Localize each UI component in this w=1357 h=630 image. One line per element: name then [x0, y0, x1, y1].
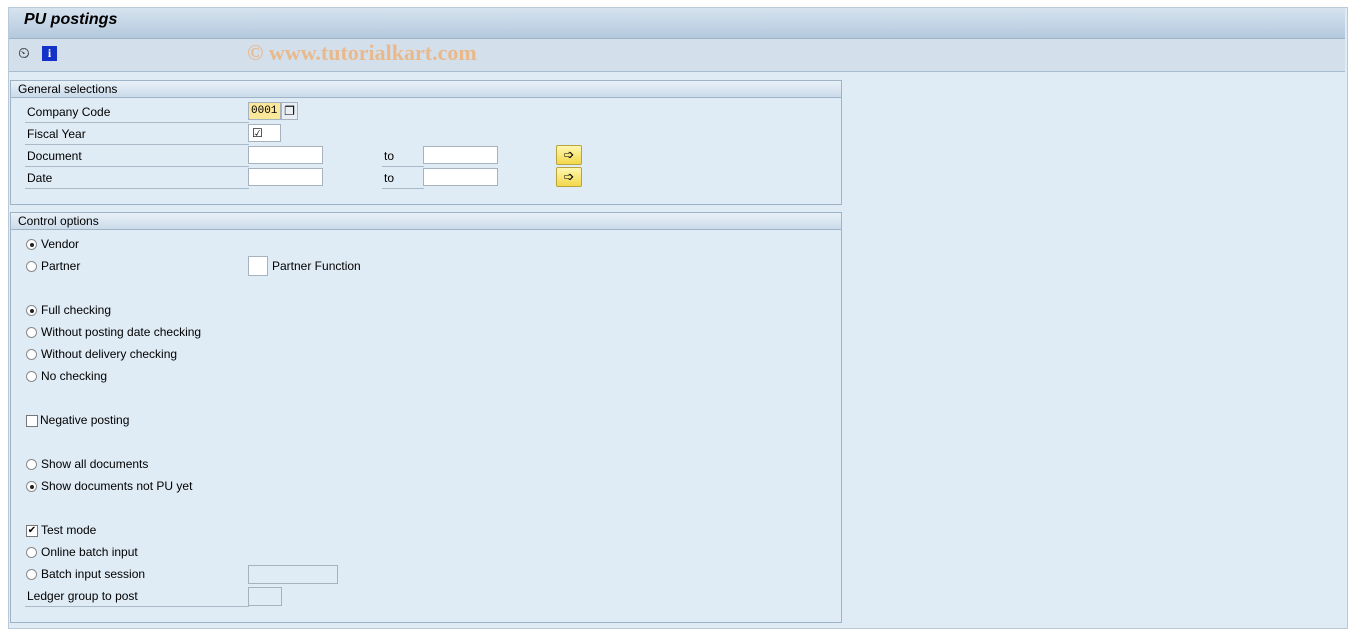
- company-code-label: Company Code: [25, 102, 249, 123]
- without-posting-date-label: Without posting date checking: [41, 325, 202, 339]
- group-header: General selections: [11, 81, 841, 98]
- fiscal-year-label: Fiscal Year: [25, 124, 249, 145]
- no-checking-radio[interactable]: [26, 371, 37, 382]
- date-label: Date: [25, 168, 249, 189]
- negative-posting-label: Negative posting: [40, 413, 130, 427]
- document-to-label: to: [382, 146, 424, 167]
- date-multiple-selection-button[interactable]: ➩: [556, 167, 582, 187]
- fiscal-year-input[interactable]: ☑: [248, 124, 281, 142]
- document-multiple-selection-button[interactable]: ➩: [556, 145, 582, 165]
- without-posting-date-radio[interactable]: [26, 327, 37, 338]
- arrow-right-icon: ➩: [563, 147, 575, 162]
- check-icon: ✔: [27, 525, 37, 536]
- group-header: Control options: [11, 213, 841, 230]
- partner-label: Partner: [41, 259, 81, 273]
- test-mode-label: Test mode: [41, 523, 97, 537]
- clock-check-icon: ⏲: [18, 45, 30, 62]
- copy-icon: ❐: [284, 104, 295, 118]
- batch-session-name-input[interactable]: [248, 565, 338, 584]
- vendor-radio[interactable]: [26, 239, 37, 250]
- show-not-pu-radio[interactable]: [26, 481, 37, 492]
- online-batch-label: Online batch input: [41, 545, 138, 559]
- date-to-label: to: [382, 168, 424, 189]
- online-batch-radio[interactable]: [26, 547, 37, 558]
- show-all-radio[interactable]: [26, 459, 37, 470]
- batch-session-label: Batch input session: [41, 567, 146, 581]
- page-title: PU postings: [24, 11, 118, 28]
- document-to-input[interactable]: [423, 146, 498, 164]
- toolbar: [9, 39, 1345, 72]
- document-from-input[interactable]: [248, 146, 323, 164]
- show-all-label: Show all documents: [41, 457, 149, 471]
- partner-function-input[interactable]: [248, 256, 268, 276]
- execute-button[interactable]: ⏲: [18, 45, 30, 62]
- info-button[interactable]: i: [42, 46, 57, 61]
- date-to-input[interactable]: [423, 168, 498, 186]
- company-code-input[interactable]: 0001: [248, 102, 281, 120]
- arrow-right-icon: ➩: [563, 169, 575, 184]
- date-from-input[interactable]: [248, 168, 323, 186]
- without-delivery-radio[interactable]: [26, 349, 37, 360]
- watermark: © www.tutorialkart.com: [247, 40, 477, 65]
- show-not-pu-label: Show documents not PU yet: [41, 479, 193, 493]
- test-mode-checkbox[interactable]: ✔: [26, 525, 38, 537]
- partner-radio[interactable]: [26, 261, 37, 272]
- negative-posting-checkbox[interactable]: [26, 415, 38, 427]
- full-checking-radio[interactable]: [26, 305, 37, 316]
- full-checking-label: Full checking: [41, 303, 112, 317]
- batch-session-radio[interactable]: [26, 569, 37, 580]
- title-bar: [9, 8, 1345, 39]
- vendor-label: Vendor: [41, 237, 80, 251]
- ledger-group-label: Ledger group to post: [25, 586, 249, 607]
- document-label: Document: [25, 146, 249, 167]
- partner-function-label: Partner Function: [272, 259, 361, 273]
- ledger-group-input[interactable]: [248, 587, 282, 606]
- no-checking-label: No checking: [41, 369, 108, 383]
- without-delivery-label: Without delivery checking: [41, 347, 178, 361]
- multiple-selection-button[interactable]: ❐: [281, 102, 298, 120]
- info-icon: i: [47, 46, 52, 60]
